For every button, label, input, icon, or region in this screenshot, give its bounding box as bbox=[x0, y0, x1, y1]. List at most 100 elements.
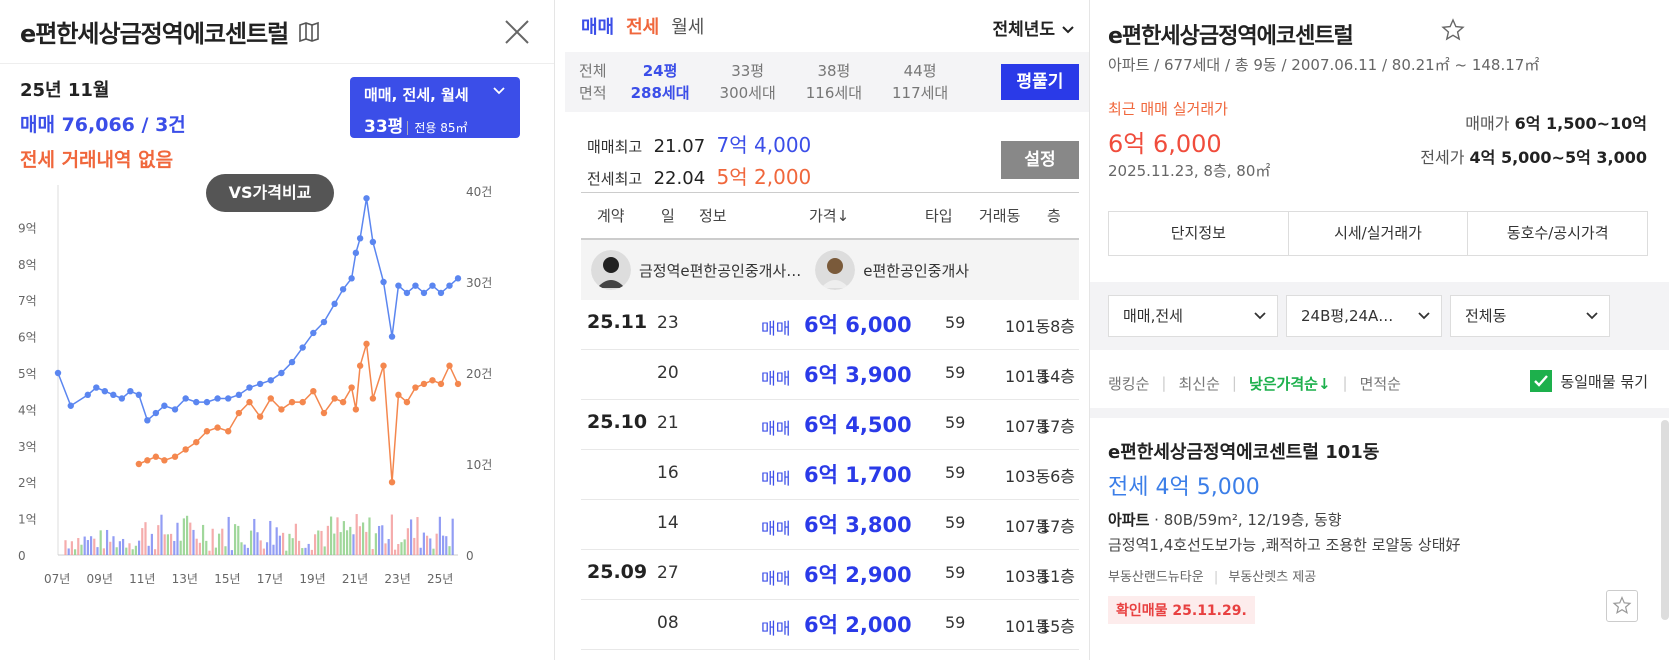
star-icon[interactable] bbox=[1606, 590, 1638, 622]
sort-latest[interactable]: 최신순 bbox=[1178, 373, 1219, 394]
size-top: 38평 bbox=[817, 62, 851, 80]
chevron-down-icon bbox=[493, 87, 505, 95]
year-select[interactable]: 전체년도 bbox=[993, 15, 1075, 40]
data-point bbox=[118, 395, 126, 402]
data-point bbox=[403, 289, 411, 297]
data-point bbox=[446, 362, 453, 369]
recent-price-date: 2025.11.23, 8층, 80㎡ bbox=[1108, 162, 1271, 180]
volume-bar bbox=[272, 544, 275, 555]
volume-bar bbox=[237, 525, 240, 555]
listing-detail: · 80B/59m², 12/19층, 동향 bbox=[1149, 511, 1342, 529]
volume-bar bbox=[384, 543, 387, 555]
table-row[interactable]: 25.09 27 매매 6억 2,900 59 103동 11층 bbox=[581, 550, 1079, 600]
market-price-button[interactable]: 시세/실거래가 bbox=[1289, 212, 1469, 255]
data-point bbox=[203, 428, 211, 435]
volume-bar bbox=[224, 546, 227, 555]
recent-price-label: 최근 매매 실거래가 bbox=[1108, 100, 1228, 118]
header-info[interactable]: 정보 bbox=[699, 205, 727, 226]
data-point bbox=[429, 282, 436, 289]
volume-bar bbox=[102, 548, 105, 555]
volume-bar bbox=[195, 538, 198, 555]
size-top: 전체 bbox=[579, 62, 607, 80]
header-type[interactable]: 타입 bbox=[925, 205, 953, 226]
area-select[interactable]: 24B평,24A… bbox=[1286, 295, 1442, 337]
volume-bar bbox=[227, 516, 230, 555]
volume-bar bbox=[128, 543, 131, 555]
tab-wolse[interactable]: 월세 bbox=[671, 13, 704, 39]
header-day[interactable]: 일 bbox=[661, 205, 675, 226]
volume-bar bbox=[281, 532, 285, 555]
settings-button[interactable]: 설정 bbox=[1001, 141, 1079, 179]
table-row[interactable]: 08 매매 6억 2,000 59 101동 15층 bbox=[581, 600, 1079, 650]
table-row[interactable]: 14 매매 6억 3,800 59 107동 17층 bbox=[581, 500, 1079, 550]
volume-bar bbox=[336, 517, 339, 555]
data-point bbox=[235, 409, 243, 417]
complex-info-button[interactable]: 단지정보 bbox=[1109, 212, 1289, 255]
volume-bar bbox=[121, 538, 125, 555]
map-icon[interactable] bbox=[298, 21, 320, 43]
data-point bbox=[182, 446, 189, 453]
volume-bar bbox=[441, 535, 445, 555]
size-option-44[interactable]: 44평 117세대 bbox=[892, 60, 948, 104]
volume-bar bbox=[93, 538, 96, 555]
row-month: 25.10 bbox=[587, 411, 648, 433]
volume-bar bbox=[345, 530, 349, 555]
y-right-tick-label: 40건 bbox=[466, 185, 492, 199]
size-option-all[interactable]: 전체 면적 bbox=[579, 60, 607, 104]
agent-name[interactable]: e편한공인중개사 bbox=[863, 260, 969, 281]
table-row[interactable]: 20 매매 6억 3,900 59 101동 14층 bbox=[581, 350, 1079, 400]
group-same-listing-checkbox[interactable]: 동일매물 묶기 bbox=[1530, 370, 1648, 392]
volume-bar bbox=[112, 536, 115, 555]
tab-jeonse[interactable]: 전세 bbox=[626, 13, 659, 39]
volume-bar bbox=[137, 540, 141, 555]
agent-name[interactable]: 금정역e편한공인중개사… bbox=[639, 260, 801, 281]
panel-header: e편한세상금정역에코센트럴 bbox=[0, 0, 554, 64]
table-row[interactable]: 25.10 21 매매 6억 4,500 59 107동 17층 bbox=[581, 400, 1079, 450]
volume-bar bbox=[86, 540, 89, 555]
pyeong-expand-button[interactable]: 평풀기 bbox=[1001, 64, 1079, 100]
unit-price-button[interactable]: 동호수/공시가격 bbox=[1468, 212, 1647, 255]
volume-bar bbox=[320, 530, 323, 555]
volume-bar bbox=[115, 547, 118, 555]
volume-bar bbox=[214, 547, 217, 555]
volume-bar bbox=[185, 515, 189, 555]
size-bottom: 116세대 bbox=[805, 84, 862, 102]
row-price: 6억 2,000 bbox=[804, 613, 912, 637]
volume-bar bbox=[339, 532, 342, 555]
volume-bar bbox=[80, 544, 83, 555]
trade-type-select[interactable]: 매매,전세 bbox=[1108, 295, 1278, 337]
sort-ranking[interactable]: 랭킹순 bbox=[1108, 373, 1149, 394]
data-point bbox=[352, 406, 360, 413]
jeonse-range-label: 전세가 bbox=[1420, 148, 1465, 167]
tab-sale[interactable]: 매매 bbox=[581, 13, 614, 39]
row-kind: 매매 bbox=[761, 319, 791, 338]
listing-card[interactable]: e편한세상금정역에코센트럴 101동 전세 4억 5,000 아파트 · 80B… bbox=[1108, 418, 1648, 660]
size-option-38[interactable]: 38평 116세대 bbox=[806, 60, 862, 104]
star-icon[interactable] bbox=[1441, 18, 1465, 42]
dong-select[interactable]: 전체동 bbox=[1450, 295, 1610, 337]
trade-type-selector[interactable]: 매매, 전세, 월세 33평 전용 85㎡ bbox=[350, 77, 520, 138]
size-option-33[interactable]: 33평 300세대 bbox=[720, 60, 776, 104]
row-floor: 15층 bbox=[1039, 617, 1075, 636]
volume-bar bbox=[269, 520, 272, 555]
jeonse-max-price: 5억 2,000 bbox=[716, 165, 812, 189]
table-row[interactable]: 16 매매 6억 1,700 59 103동 6층 bbox=[581, 450, 1079, 500]
sale-max-date: 21.07 bbox=[653, 136, 706, 157]
scrollbar[interactable] bbox=[1661, 420, 1669, 620]
header-contract[interactable]: 계약 bbox=[597, 205, 625, 226]
size-bottom: 117세대 bbox=[892, 84, 949, 102]
sort-area[interactable]: 면적순 bbox=[1360, 373, 1401, 394]
header-floor[interactable]: 층 bbox=[1047, 205, 1061, 226]
header-dong[interactable]: 거래동 bbox=[979, 205, 1020, 226]
table-row[interactable]: 25.11 23 매매 6억 6,000 59 101동 8층 bbox=[581, 300, 1079, 350]
volume-bar bbox=[361, 522, 365, 555]
jeonse-range-value: 4억 5,000~5억 3,000 bbox=[1469, 148, 1647, 167]
sort-low-price[interactable]: 낮은가격순↓ bbox=[1249, 373, 1331, 394]
size-option-24[interactable]: 24평 288세대 bbox=[631, 60, 690, 104]
close-icon[interactable] bbox=[502, 17, 532, 47]
listing-title: e편한세상금정역에코센트럴 101동 bbox=[1108, 442, 1380, 463]
volume-bar bbox=[96, 547, 99, 555]
data-point bbox=[437, 289, 445, 297]
volume-bar bbox=[387, 539, 390, 555]
header-price[interactable]: 가격↓ bbox=[809, 205, 849, 226]
